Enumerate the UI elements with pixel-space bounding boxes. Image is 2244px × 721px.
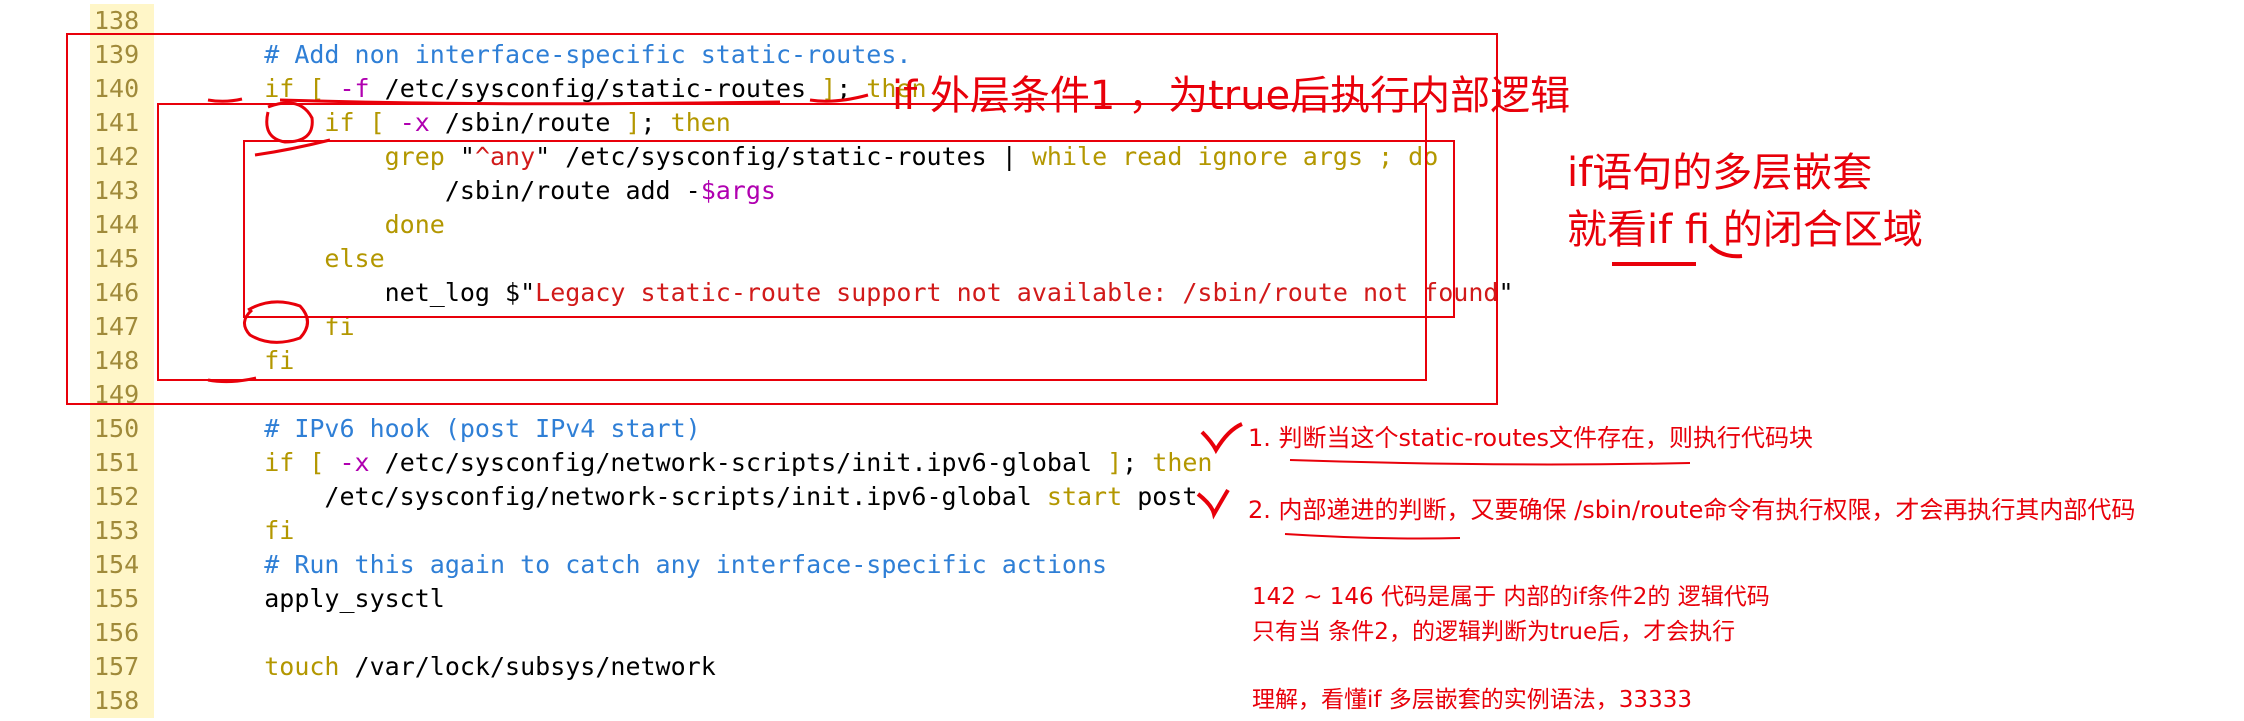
handdrawn-marks bbox=[207, 93, 1743, 540]
check-mark-2 bbox=[1196, 488, 1230, 520]
circle-fi-147 bbox=[243, 300, 309, 344]
underline-fi-148 bbox=[207, 376, 257, 384]
underline-note-1 bbox=[1289, 459, 1691, 466]
check-mark-1 bbox=[1200, 422, 1243, 455]
underline-then-140 bbox=[809, 93, 869, 103]
underline-f-140 bbox=[279, 98, 781, 106]
underline-if-140 bbox=[207, 97, 243, 103]
underline-fi-title bbox=[1708, 243, 1743, 259]
circle-if-141 bbox=[265, 101, 314, 144]
underline-note-2 bbox=[1284, 533, 1461, 540]
